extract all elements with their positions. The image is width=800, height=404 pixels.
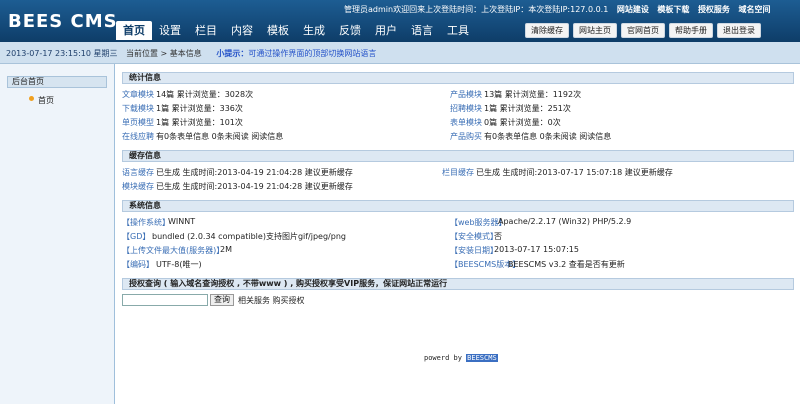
system-value: bundled (2.0.34 compatible)支持图片gif/jpeg/…	[152, 232, 346, 241]
auth-query: 查询 相关服务 购买授权	[122, 294, 794, 306]
nav-settings[interactable]: 设置	[152, 21, 188, 40]
admin-info-bar: 管理员admin欢迎回来上次登陆时间：上次登陆IP：本次登陆IP:127.0.0…	[344, 4, 770, 15]
nav-language[interactable]: 语言	[404, 21, 440, 40]
tip: 小提示：可通过操作界面的顶部切换网站语言	[216, 49, 376, 58]
system-value: 2013-07-17 15:07:15	[494, 245, 579, 254]
tip-text: 可通过操作界面的顶部切换网站语言	[248, 49, 377, 58]
sidebar: 后台首页 首页	[0, 64, 115, 404]
footer: powerd by BEESCMS	[424, 354, 498, 362]
sidebar-header[interactable]: 后台首页	[7, 76, 107, 88]
clear-cache-button[interactable]: 清除缓存	[525, 23, 569, 38]
system-label: 【GD】	[122, 232, 151, 241]
nav-columns[interactable]: 栏目	[188, 21, 224, 40]
stats-label[interactable]: 招聘模块	[450, 103, 482, 114]
nav-users[interactable]: 用户	[368, 21, 404, 40]
cache-label[interactable]: 语言缓存	[122, 167, 154, 178]
cache-label[interactable]: 栏目缓存	[442, 167, 474, 178]
tip-label: 小提示：	[216, 49, 249, 58]
nav-generate[interactable]: 生成	[296, 21, 332, 40]
help-manual-button[interactable]: 帮助手册	[669, 23, 713, 38]
link-license-service[interactable]: 授权服务	[698, 5, 730, 14]
stats-label[interactable]: 文章模块	[122, 89, 154, 100]
stats-value: 1篇 累计浏览量：251次	[484, 104, 571, 113]
query-button[interactable]: 查询	[210, 294, 234, 306]
stats-row: 在线应聘 有0条表单信息 0条未阅读 阅读信息 产品购买 有0条表单信息 0条未阅读 …	[122, 130, 794, 144]
logo: BEES CMS	[8, 11, 118, 32]
datetime: 2013-07-17 23:15:10 星期三	[6, 49, 118, 58]
cache-section-title: 缓存信息	[122, 150, 794, 162]
main-nav: 首页 设置 栏目 内容 模板 生成 反馈 用户 语言 工具	[116, 21, 476, 40]
nav-templates[interactable]: 模板	[260, 21, 296, 40]
stats-label[interactable]: 单页模型	[122, 117, 154, 128]
stats-value: 14篇 累计浏览量：3028次	[156, 90, 254, 99]
site-home-button[interactable]: 网站主页	[573, 23, 617, 38]
stats-row: 单页模型 1篇 累计浏览量：101次 表单模块 0篇 累计浏览量：0次	[122, 116, 794, 130]
stats-label[interactable]: 产品购买	[450, 131, 482, 142]
system-value: 2M	[220, 245, 232, 254]
official-home-button[interactable]: 官网首页	[621, 23, 665, 38]
main-panel: 统计信息 文章模块 14篇 累计浏览量：3028次 产品模块 13篇 累计浏览量：11…	[122, 72, 794, 306]
stats-value: 13篇 累计浏览量：1192次	[484, 90, 582, 99]
system-label: 【安全模式】	[450, 232, 498, 241]
stats-label[interactable]: 在线应聘	[122, 131, 154, 142]
system-label: 【操作系统】	[122, 218, 170, 227]
system-row: 【编码】 UTF-8(唯一) 【BEESCMS版本】 BEESCMS v3.2 查看是…	[122, 258, 794, 272]
system-row: 【GD】 bundled (2.0.34 compatible)支持图片gif/j…	[122, 230, 794, 244]
link-domain-hosting[interactable]: 域名空间	[738, 5, 770, 14]
system-label: 【编码】	[122, 260, 154, 269]
system-row: 【操作系统】 WINNT 【web服务器】 Apache/2.2.17 (Win32)…	[122, 216, 794, 230]
sub-bar: 2013-07-17 23:15:10 星期三 当前位置 > 基本信息 小提示：…	[0, 42, 800, 64]
stats-value: 有0条表单信息 0条未阅读 阅读信息	[156, 132, 284, 141]
footer-brand-link[interactable]: BEESCMS	[466, 354, 498, 362]
stats-value: 1篇 累计浏览量：101次	[156, 118, 243, 127]
cache-label[interactable]: 模块缓存	[122, 181, 154, 192]
cache-value: 已生成 生成时间:2013-04-19 21:04:28 建议更新缓存	[156, 168, 353, 177]
top-bar: BEES CMS 管理员admin欢迎回来上次登陆时间：上次登陆IP：本次登陆I…	[0, 0, 800, 42]
system-value: UTF-8(唯一)	[156, 260, 202, 269]
breadcrumb: 当前位置 > 基本信息 小提示：可通过操作界面的顶部切换网站语言	[126, 48, 376, 59]
breadcrumb-text: 当前位置 > 基本信息	[126, 49, 202, 58]
system-row: 【上传文件最大值(服务器)】 2M 【安装日期】 2013-07-17 15:07:1…	[122, 244, 794, 258]
cache-row: 语言缓存 已生成 生成时间:2013-04-19 21:04:28 建议更新缓存 栏…	[122, 166, 794, 180]
logout-button[interactable]: 退出登录	[717, 23, 761, 38]
stats-value: 1篇 累计浏览量：336次	[156, 104, 243, 113]
sidebar-item-home[interactable]: 首页	[29, 95, 54, 106]
stats-row: 下载模块 1篇 累计浏览量：336次 招聘模块 1篇 累计浏览量：251次	[122, 102, 794, 116]
system-value: Apache/2.2.17 (Win32) PHP/5.2.9	[498, 217, 632, 226]
stats-label[interactable]: 下载模块	[122, 103, 154, 114]
system-value: BEESCMS v3.2 查看是否有更新	[508, 260, 625, 269]
domain-input[interactable]	[122, 294, 208, 306]
cache-value: 已生成 生成时间:2013-04-19 21:04:28 建议更新缓存	[156, 182, 353, 191]
stats-value: 有0条表单信息 0条未阅读 阅读信息	[484, 132, 612, 141]
link-site-build[interactable]: 网站建设	[617, 5, 649, 14]
system-value: 否	[494, 232, 502, 241]
nav-tools[interactable]: 工具	[440, 21, 476, 40]
auth-section-title: 授权查询 ( 输入域名查询授权 , 不带www ) , 购买授权享受VIP服务，…	[122, 278, 794, 290]
auth-links[interactable]: 相关服务 购买授权	[238, 295, 305, 306]
top-buttons: 清除缓存 网站主页 官网首页 帮助手册 退出登录	[525, 23, 761, 38]
footer-prefix: powerd by	[424, 354, 462, 362]
stats-section-title: 统计信息	[122, 72, 794, 84]
stats-label[interactable]: 表单模块	[450, 117, 482, 128]
system-value: WINNT	[168, 217, 196, 226]
cache-value: 已生成 生成时间:2013-07-17 15:07:18 建议更新缓存	[476, 168, 673, 177]
stats-row: 文章模块 14篇 累计浏览量：3028次 产品模块 13篇 累计浏览量：1192次	[122, 88, 794, 102]
nav-content[interactable]: 内容	[224, 21, 260, 40]
nav-feedback[interactable]: 反馈	[332, 21, 368, 40]
nav-home[interactable]: 首页	[116, 21, 152, 40]
stats-value: 0篇 累计浏览量：0次	[484, 118, 561, 127]
system-section-title: 系统信息	[122, 200, 794, 212]
stats-label[interactable]: 产品模块	[450, 89, 482, 100]
admin-info: 管理员admin欢迎回来上次登陆时间：上次登陆IP：本次登陆IP:127.0.0…	[344, 5, 609, 14]
cache-row: 模块缓存 已生成 生成时间:2013-04-19 21:04:28 建议更新缓存	[122, 180, 794, 194]
system-label: 【安装日期】	[450, 246, 498, 255]
link-template-download[interactable]: 模板下载	[657, 5, 689, 14]
system-label: 【上传文件最大值(服务器)】	[122, 246, 225, 255]
